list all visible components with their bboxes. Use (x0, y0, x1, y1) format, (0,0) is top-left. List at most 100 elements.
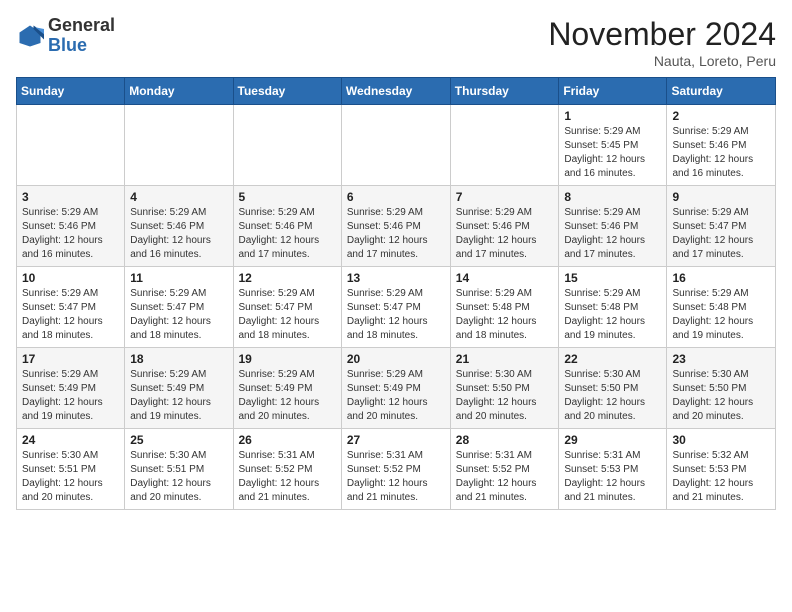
day-number: 20 (347, 352, 445, 366)
day-number: 13 (347, 271, 445, 285)
day-number: 28 (456, 433, 554, 447)
calendar-cell: 9 Sunrise: 5:29 AMSunset: 5:47 PMDaylight… (667, 186, 776, 267)
day-info: Sunrise: 5:30 AMSunset: 5:51 PMDaylight:… (22, 449, 119, 505)
logo-general: General (48, 15, 115, 35)
day-number: 3 (22, 190, 119, 204)
calendar-cell: 20 Sunrise: 5:29 AMSunset: 5:49 PMDayligh… (341, 348, 450, 429)
day-number: 4 (130, 190, 227, 204)
calendar-cell: 6Sunrise: 5:29 AMSunset: 5:46 PMDaylight… (341, 186, 450, 267)
logo: General Blue (16, 16, 115, 56)
dow-header-wednesday: Wednesday (341, 78, 450, 105)
day-of-week-row: SundayMondayTuesdayWednesdayThursdayFrid… (17, 78, 776, 105)
day-number: 7 (456, 190, 554, 204)
day-number: 10 (22, 271, 119, 285)
calendar-cell: 10 Sunrise: 5:29 AMSunset: 5:47 PMDayligh… (17, 267, 125, 348)
month-title: November 2024 (548, 16, 776, 53)
calendar-cell: 4 Sunrise: 5:29 AMSunset: 5:46 PMDaylight… (125, 186, 233, 267)
calendar-cell: 27 Sunrise: 5:31 AMSunset: 5:52 PMDayligh… (341, 429, 450, 510)
calendar-cell: 11 Sunrise: 5:29 AMSunset: 5:47 PMDayligh… (125, 267, 233, 348)
day-info: Sunrise: 5:29 AMSunset: 5:46 PMDaylight:… (672, 125, 770, 181)
calendar-cell (233, 105, 341, 186)
day-number: 21 (456, 352, 554, 366)
day-info: Sunrise: 5:29 AMSunset: 5:46 PMDaylight:… (347, 206, 445, 262)
week-row-2: 3 Sunrise: 5:29 AMSunset: 5:46 PMDaylight… (17, 186, 776, 267)
day-info: Sunrise: 5:29 AMSunset: 5:48 PMDaylight:… (564, 287, 661, 343)
day-number: 23 (672, 352, 770, 366)
calendar-cell (125, 105, 233, 186)
day-info: Sunrise: 5:32 AMSunset: 5:53 PMDaylight:… (672, 449, 770, 505)
day-info: Sunrise: 5:29 AMSunset: 5:47 PMDaylight:… (22, 287, 119, 343)
day-info: Sunrise: 5:29 AMSunset: 5:49 PMDaylight:… (347, 368, 445, 424)
day-info: Sunrise: 5:29 AMSunset: 5:47 PMDaylight:… (239, 287, 336, 343)
logo-text: General Blue (48, 16, 115, 56)
day-info: Sunrise: 5:30 AMSunset: 5:50 PMDaylight:… (672, 368, 770, 424)
calendar-cell: 22 Sunrise: 5:30 AMSunset: 5:50 PMDayligh… (559, 348, 667, 429)
day-number: 9 (672, 190, 770, 204)
day-number: 8 (564, 190, 661, 204)
calendar-cell: 24 Sunrise: 5:30 AMSunset: 5:51 PMDayligh… (17, 429, 125, 510)
calendar-cell: 19 Sunrise: 5:29 AMSunset: 5:49 PMDayligh… (233, 348, 341, 429)
day-info: Sunrise: 5:29 AMSunset: 5:46 PMDaylight:… (456, 206, 554, 262)
calendar-cell (341, 105, 450, 186)
day-number: 30 (672, 433, 770, 447)
day-info: Sunrise: 5:29 AMSunset: 5:46 PMDaylight:… (22, 206, 119, 262)
calendar-cell: 12Sunrise: 5:29 AMSunset: 5:47 PMDayligh… (233, 267, 341, 348)
day-number: 25 (130, 433, 227, 447)
day-info: Sunrise: 5:30 AMSunset: 5:51 PMDaylight:… (130, 449, 227, 505)
location-subtitle: Nauta, Loreto, Peru (548, 53, 776, 69)
day-info: Sunrise: 5:29 AMSunset: 5:46 PMDaylight:… (239, 206, 336, 262)
day-number: 11 (130, 271, 227, 285)
calendar-cell (450, 105, 559, 186)
day-info: Sunrise: 5:29 AMSunset: 5:49 PMDaylight:… (239, 368, 336, 424)
day-info: Sunrise: 5:31 AMSunset: 5:52 PMDaylight:… (347, 449, 445, 505)
day-number: 19 (239, 352, 336, 366)
logo-icon (16, 22, 44, 50)
day-info: Sunrise: 5:29 AMSunset: 5:47 PMDaylight:… (347, 287, 445, 343)
day-number: 18 (130, 352, 227, 366)
day-number: 17 (22, 352, 119, 366)
day-number: 14 (456, 271, 554, 285)
day-info: Sunrise: 5:29 AMSunset: 5:46 PMDaylight:… (130, 206, 227, 262)
day-number: 27 (347, 433, 445, 447)
day-info: Sunrise: 5:29 AMSunset: 5:47 PMDaylight:… (130, 287, 227, 343)
week-row-5: 24 Sunrise: 5:30 AMSunset: 5:51 PMDayligh… (17, 429, 776, 510)
day-info: Sunrise: 5:31 AMSunset: 5:53 PMDaylight:… (564, 449, 661, 505)
day-number: 24 (22, 433, 119, 447)
logo-blue: Blue (48, 35, 87, 55)
calendar-cell: 2 Sunrise: 5:29 AMSunset: 5:46 PMDaylight… (667, 105, 776, 186)
calendar-cell: 3 Sunrise: 5:29 AMSunset: 5:46 PMDaylight… (17, 186, 125, 267)
calendar-cell: 28 Sunrise: 5:31 AMSunset: 5:52 PMDayligh… (450, 429, 559, 510)
day-info: Sunrise: 5:30 AMSunset: 5:50 PMDaylight:… (564, 368, 661, 424)
calendar-cell: 23 Sunrise: 5:30 AMSunset: 5:50 PMDayligh… (667, 348, 776, 429)
day-number: 26 (239, 433, 336, 447)
day-info: Sunrise: 5:30 AMSunset: 5:50 PMDaylight:… (456, 368, 554, 424)
calendar-cell: 14Sunrise: 5:29 AMSunset: 5:48 PMDayligh… (450, 267, 559, 348)
day-number: 22 (564, 352, 661, 366)
calendar-cell: 7 Sunrise: 5:29 AMSunset: 5:46 PMDaylight… (450, 186, 559, 267)
day-number: 15 (564, 271, 661, 285)
day-number: 16 (672, 271, 770, 285)
calendar-cell: 30 Sunrise: 5:32 AMSunset: 5:53 PMDayligh… (667, 429, 776, 510)
title-block: November 2024 Nauta, Loreto, Peru (548, 16, 776, 69)
day-info: Sunrise: 5:29 AMSunset: 5:46 PMDaylight:… (564, 206, 661, 262)
calendar-cell (17, 105, 125, 186)
day-info: Sunrise: 5:29 AMSunset: 5:47 PMDaylight:… (672, 206, 770, 262)
day-info: Sunrise: 5:29 AMSunset: 5:48 PMDaylight:… (672, 287, 770, 343)
dow-header-friday: Friday (559, 78, 667, 105)
day-info: Sunrise: 5:31 AMSunset: 5:52 PMDaylight:… (239, 449, 336, 505)
day-info: Sunrise: 5:31 AMSunset: 5:52 PMDaylight:… (456, 449, 554, 505)
day-info: Sunrise: 5:29 AMSunset: 5:45 PMDaylight:… (564, 125, 661, 181)
calendar-cell: 17Sunrise: 5:29 AMSunset: 5:49 PMDayligh… (17, 348, 125, 429)
day-number: 2 (672, 109, 770, 123)
calendar-table: SundayMondayTuesdayWednesdayThursdayFrid… (16, 77, 776, 510)
calendar-cell: 5Sunrise: 5:29 AMSunset: 5:46 PMDaylight… (233, 186, 341, 267)
day-number: 29 (564, 433, 661, 447)
dow-header-sunday: Sunday (17, 78, 125, 105)
calendar-cell: 29 Sunrise: 5:31 AMSunset: 5:53 PMDayligh… (559, 429, 667, 510)
calendar-cell: 21 Sunrise: 5:30 AMSunset: 5:50 PMDayligh… (450, 348, 559, 429)
calendar-cell: 13 Sunrise: 5:29 AMSunset: 5:47 PMDayligh… (341, 267, 450, 348)
calendar-body: 1 Sunrise: 5:29 AMSunset: 5:45 PMDaylight… (17, 105, 776, 510)
calendar-cell: 8 Sunrise: 5:29 AMSunset: 5:46 PMDaylight… (559, 186, 667, 267)
week-row-1: 1 Sunrise: 5:29 AMSunset: 5:45 PMDaylight… (17, 105, 776, 186)
day-number: 1 (564, 109, 661, 123)
